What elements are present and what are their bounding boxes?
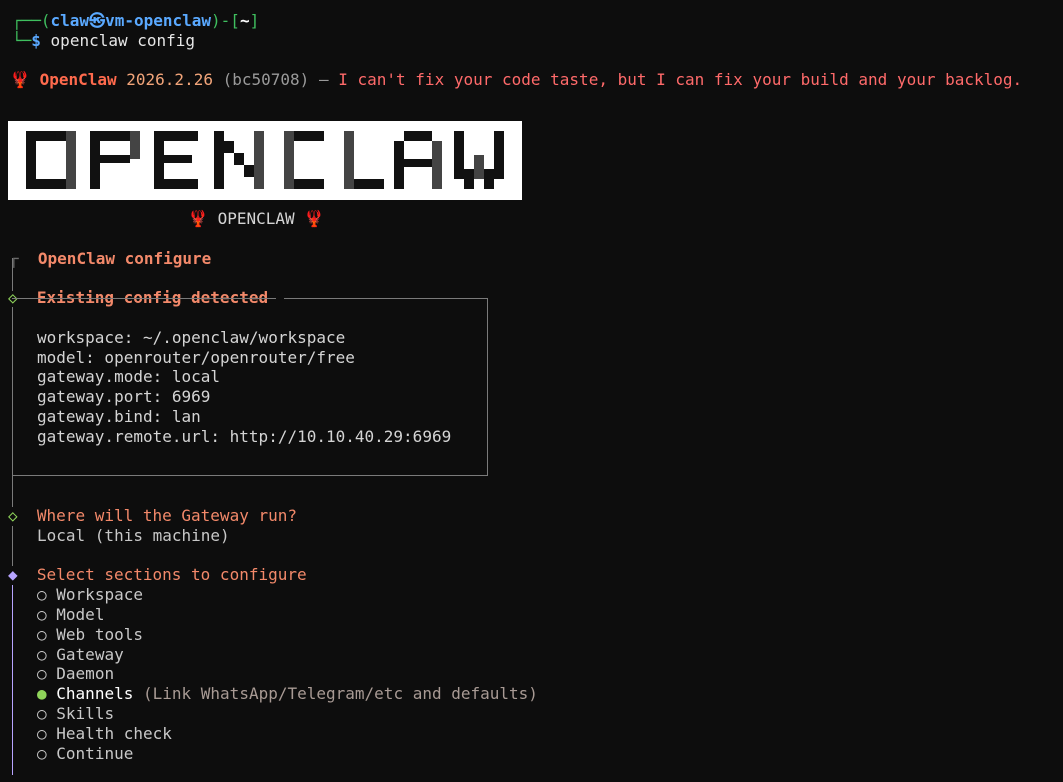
configure-section: ┌ OpenClaw configure [9, 249, 211, 269]
option-workspace[interactable]: ○ Workspace [37, 585, 143, 605]
option-label: Health check [56, 724, 172, 743]
select-sections-row: ◆ Select sections to configure [8, 565, 307, 585]
prompt-frame-mid: )-[ [211, 11, 240, 30]
guide-line [12, 526, 13, 566]
option-gateway[interactable]: ○ Gateway [37, 645, 124, 665]
option-label: Skills [56, 704, 115, 723]
option-label: Model [56, 605, 105, 624]
prompt-dollar: $ [31, 31, 41, 50]
config-line: gateway.bind: lan [37, 407, 201, 426]
banner-dash: — [318, 70, 329, 89]
openclaw-logo [8, 121, 522, 200]
tagline: I can't fix your code taste, but I can f… [338, 70, 1023, 89]
option-daemon[interactable]: ○ Daemon [37, 664, 114, 684]
logo-caption-text: OPENCLAW [217, 209, 295, 228]
config-line: model: openrouter/openrouter/free [37, 348, 355, 367]
radio-empty-icon: ○ [37, 724, 47, 743]
radio-empty-icon: ○ [37, 744, 47, 763]
option-label: Web tools [56, 625, 143, 644]
radio-empty-icon: ○ [37, 585, 47, 604]
gateway-answer: Local (this machine) [37, 526, 230, 545]
config-line: gateway.remote.url: http://10.10.40.29:6… [37, 427, 452, 446]
option-web-tools[interactable]: ○ Web tools [37, 625, 143, 645]
radio-empty-icon: ○ [37, 645, 47, 664]
radio-empty-icon: ○ [37, 664, 47, 683]
option-label: Workspace [56, 585, 143, 604]
corner-glyph: ┌ [9, 249, 19, 268]
lobster-icon: 🦞 [304, 209, 325, 228]
banner-line: 🦞 OpenClaw 2026.2.26 (bc50708) — I can't… [10, 70, 1022, 90]
option-model[interactable]: ○ Model [37, 605, 104, 625]
commit-hash: (bc50708) [222, 70, 310, 89]
lobster-icon: 🦞 [10, 70, 30, 89]
box-gap [276, 298, 284, 299]
option-label: Daemon [56, 664, 115, 683]
radio-empty-icon: ○ [37, 704, 47, 723]
command-text: openclaw config [50, 31, 196, 50]
config-line: gateway.mode: local [37, 367, 221, 386]
lobster-icon: 🦞 [188, 209, 208, 228]
radio-selected-icon: ● [37, 684, 47, 703]
prompt-line-2: └─$ openclaw config [12, 31, 195, 51]
guide-line-active [12, 585, 13, 775]
option-label: Channels [56, 684, 134, 703]
prompt-user: claw㉿vm-openclaw [50, 11, 212, 30]
select-sections-title: Select sections to configure [36, 565, 307, 584]
radio-empty-icon: ○ [37, 625, 47, 644]
prompt-path: ~ [239, 11, 250, 30]
brand-name: OpenClaw [39, 70, 117, 89]
gateway-question: Where will the Gateway run? [36, 506, 297, 525]
version: 2026.2.26 [126, 70, 213, 89]
pixel-logo-art [26, 131, 504, 189]
configure-title: OpenClaw configure [37, 249, 212, 268]
diamond-done-icon: ◇ [8, 506, 18, 525]
option-hint: (Link WhatsApp/Telegram/etc and defaults… [142, 684, 538, 703]
radio-empty-icon: ○ [37, 605, 47, 624]
prompt-frame: ┌──( [12, 11, 51, 30]
logo-caption: 🦞 OPENCLAW 🦞 [188, 209, 324, 229]
config-line: workspace: ~/.openclaw/workspace [37, 328, 346, 347]
prompt-frame-bottom: └─ [12, 31, 32, 50]
gateway-question-row: ◇ Where will the Gateway run? [8, 506, 297, 526]
option-health-check[interactable]: ○ Health check [37, 724, 172, 744]
option-label: Continue [56, 744, 134, 763]
prompt-line-1: ┌──(claw㉿vm-openclaw)-[~] [12, 11, 259, 31]
option-skills[interactable]: ○ Skills [37, 704, 114, 724]
option-label: Gateway [56, 645, 124, 664]
config-line: gateway.port: 6969 [37, 387, 211, 406]
option-channels[interactable]: ● Channels (Link WhatsApp/Telegram/etc a… [37, 684, 538, 704]
option-continue[interactable]: ○ Continue [37, 744, 133, 764]
prompt-frame-end: ] [249, 11, 260, 30]
diamond-active-icon: ◆ [8, 565, 18, 584]
